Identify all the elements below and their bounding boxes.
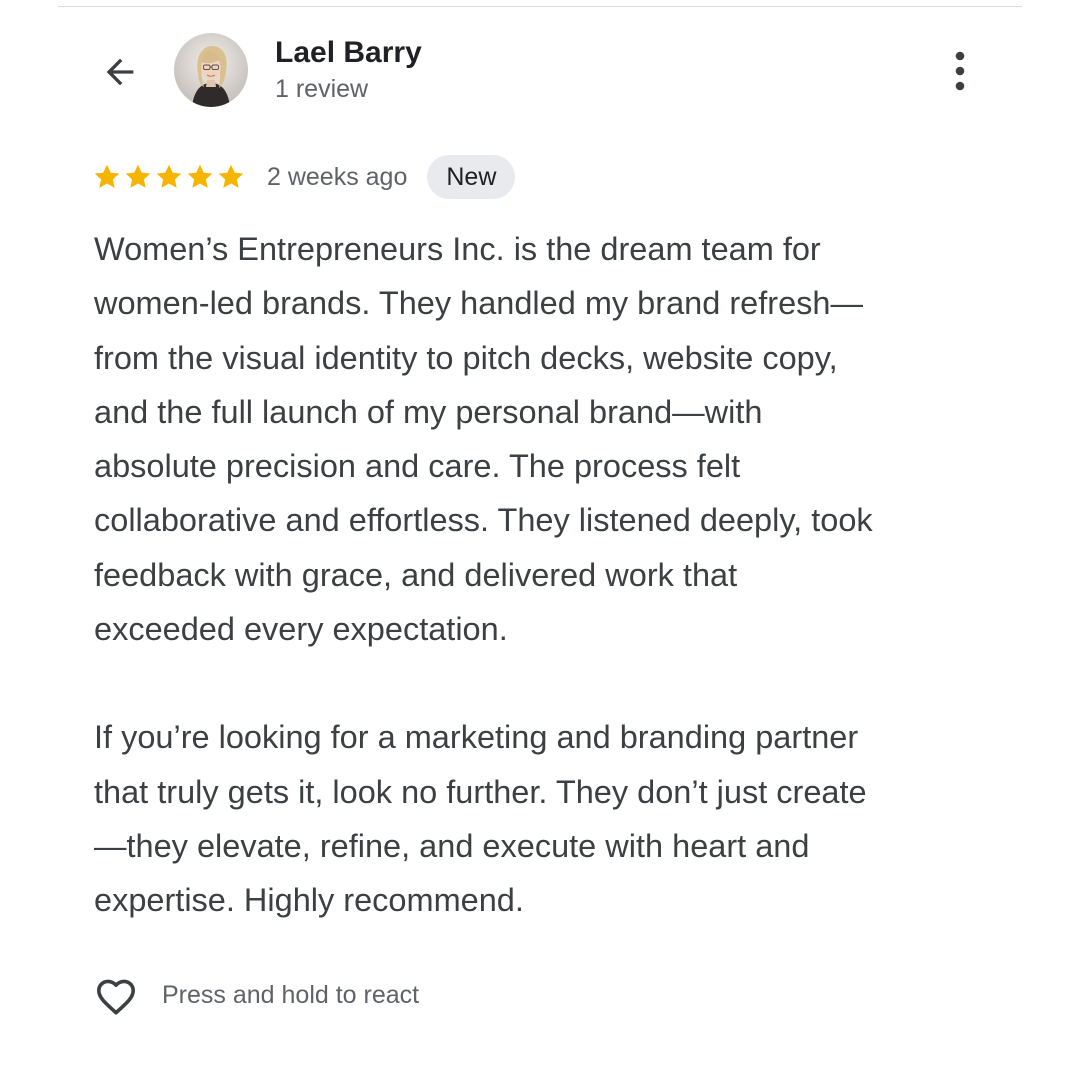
reviewer-name[interactable]: Lael Barry [275, 36, 422, 70]
react-hint: Press and hold to react [162, 980, 420, 1009]
reaction-row: Press and hold to react [92, 970, 419, 1020]
react-button[interactable] [92, 971, 140, 1019]
back-button[interactable] [96, 48, 144, 96]
star-icon [156, 164, 182, 188]
review-count: 1 review [275, 75, 369, 103]
star-icon [125, 164, 151, 188]
reviewer-photo [174, 33, 248, 107]
more-vertical-icon [955, 51, 965, 91]
star-icon [187, 164, 213, 188]
more-options-button[interactable] [936, 46, 984, 96]
star-icon [218, 164, 244, 188]
arrow-left-icon [106, 58, 134, 86]
star-icon [94, 164, 120, 188]
review-time: 2 weeks ago [267, 162, 408, 191]
rating-row: 2 weeks ago New [92, 154, 516, 200]
new-badge: New [427, 155, 516, 199]
heart-outline-icon [97, 979, 135, 1015]
avatar[interactable] [174, 33, 248, 107]
star-rating [92, 162, 246, 192]
review-text: Women’s Entrepreneurs Inc. is the dream … [94, 222, 994, 928]
review-paragraph: Women’s Entrepreneurs Inc. is the dream … [94, 231, 873, 648]
top-divider [58, 6, 1022, 7]
review-paragraph: If you’re looking for a marketing and br… [94, 719, 867, 919]
